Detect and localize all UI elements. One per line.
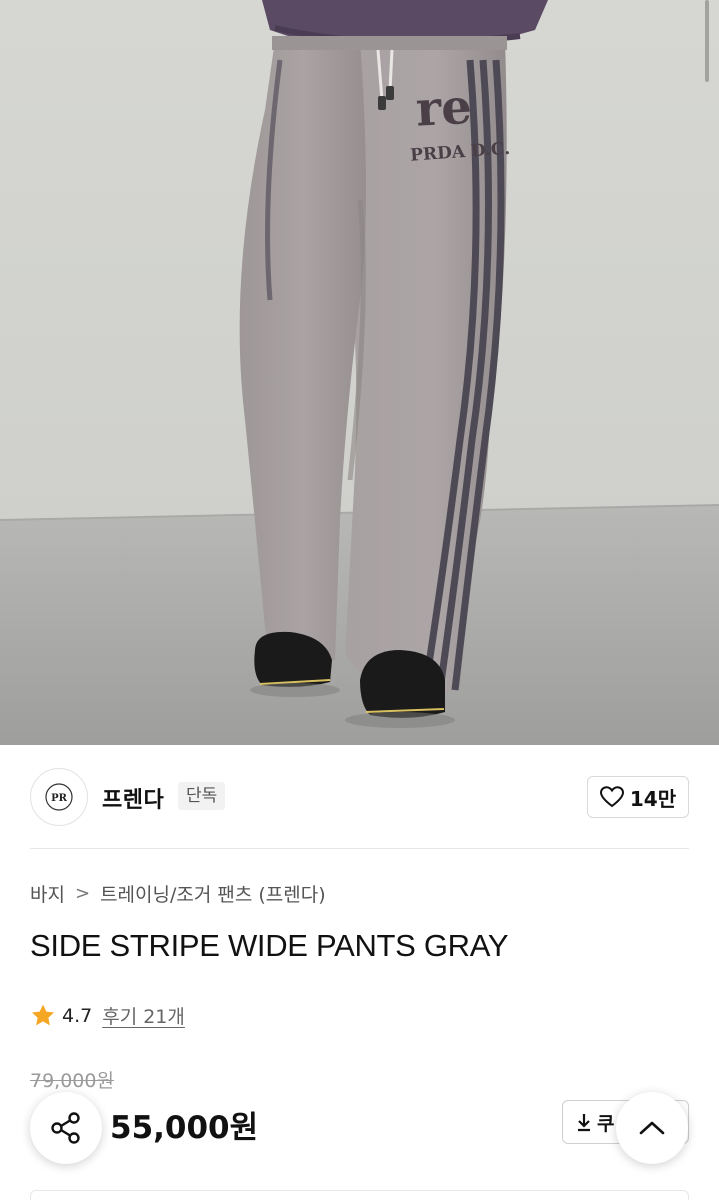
coupon-label: 쿠 [597,1112,615,1135]
like-count: 14만 [629,786,677,811]
breadcrumb: 바지 > 트레이닝/조거 팬츠 (프렌다) [30,880,326,907]
product-title: SIDE STRIPE WIDE PANTS GRAY [30,928,509,963]
exclusive-tag: 단독 [178,782,226,810]
download-icon [578,1114,590,1132]
like-button[interactable]: 14만 [587,776,689,818]
breadcrumb-separator: > [74,883,91,904]
share-icon [51,1112,80,1144]
svg-text:PR: PR [51,793,68,804]
image-scroll-indicator [705,0,709,82]
brand-row: PR 프렌다 단독 14만 [30,768,689,826]
bottom-panel-edge [30,1190,689,1200]
rating: 4.7 후기 21개 [30,1002,185,1029]
breadcrumb-category[interactable]: 바지 [30,880,65,907]
breadcrumb-subcategory[interactable]: 트레이닝/조거 팬츠 (프렌다) [100,880,326,907]
review-link[interactable]: 후기 21개 [102,1002,185,1029]
svg-text:re: re [414,79,473,138]
star-icon [31,1004,55,1025]
brand-logo[interactable]: PR [30,768,88,826]
scroll-top-button[interactable] [616,1092,688,1164]
product-image[interactable]: re PRDA D.C. [0,0,719,745]
chevron-up-icon [639,1121,665,1135]
brand-name[interactable]: 프렌다 [102,782,164,814]
original-price: 79,000원 [30,1070,114,1092]
share-button[interactable] [30,1092,102,1164]
heart-icon [599,786,624,808]
divider [30,848,689,849]
sale-price: 55,000원 [110,1110,259,1146]
brand-logo-icon: PR [45,783,73,811]
rating-value: 4.7 [62,1004,93,1027]
